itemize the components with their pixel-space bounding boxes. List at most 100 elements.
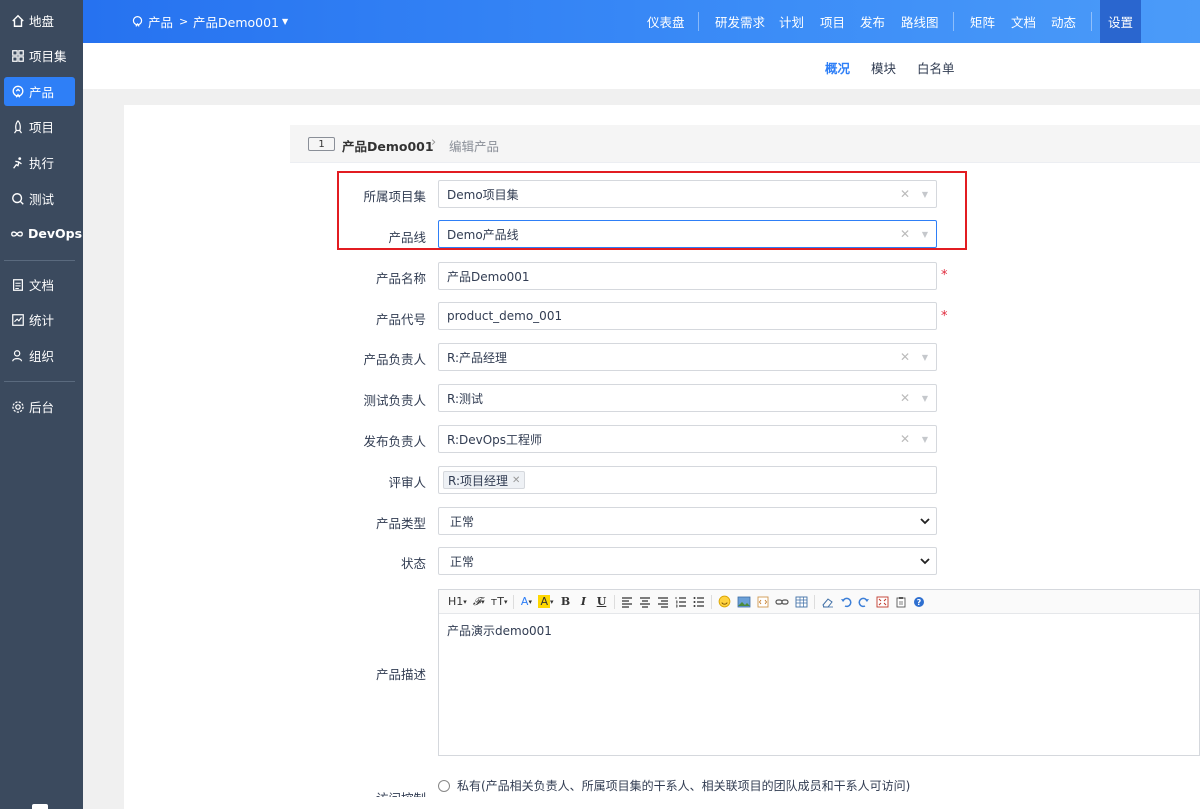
nav-doc[interactable]: 文档 xyxy=(1011,0,1036,43)
table-icon[interactable] xyxy=(792,592,811,612)
sidebar-item-project[interactable]: 项目 xyxy=(4,112,75,141)
product-icon xyxy=(10,84,25,99)
nav-settings[interactable]: 设置 xyxy=(1100,0,1142,43)
po-select[interactable]: R:产品经理 ✕ ▼ xyxy=(438,343,937,371)
code-icon[interactable] xyxy=(754,592,772,612)
people-icon xyxy=(10,348,25,363)
align-left-icon[interactable] xyxy=(618,592,636,612)
sidebar-item-program[interactable]: 项目集 xyxy=(4,41,75,70)
nav-plan[interactable]: 计划 xyxy=(779,0,804,43)
acl-private-option[interactable]: 私有(产品相关负责人、所属项目集的干系人、相关联项目的团队成员和干系人可访问) xyxy=(438,777,910,794)
qd-select[interactable]: R:测试 ✕ ▼ xyxy=(438,384,937,412)
tab-module[interactable]: 模块 xyxy=(871,58,896,77)
rd-select[interactable]: R:DevOps工程师 ✕ ▼ xyxy=(438,425,937,453)
caret-down-icon: ▼ xyxy=(921,393,928,403)
underline-button[interactable]: U xyxy=(593,592,611,612)
tab-whitelist[interactable]: 白名单 xyxy=(917,58,955,77)
editor-content[interactable]: 产品演示demo001 xyxy=(439,614,1199,647)
clear-icon[interactable]: ✕ xyxy=(900,350,910,364)
clear-icon[interactable]: ✕ xyxy=(900,432,910,446)
product-id-badge: 1 xyxy=(308,137,335,151)
clear-icon[interactable]: ✕ xyxy=(900,391,910,405)
chart-icon xyxy=(10,312,25,327)
chevron-down-icon xyxy=(920,518,930,525)
fullscreen-icon[interactable] xyxy=(873,592,892,612)
reviewer-label: 评审人 xyxy=(388,475,426,490)
undo-icon[interactable] xyxy=(837,592,855,612)
nav-separator xyxy=(953,12,954,31)
chevron-right-icon: › xyxy=(431,135,437,150)
required-mark: * xyxy=(941,268,948,283)
ordered-list-icon[interactable] xyxy=(672,592,690,612)
sidebar-item-devops[interactable]: DevOps xyxy=(4,219,82,248)
breadcrumb-root[interactable]: 产品 xyxy=(131,0,173,43)
heading-button[interactable]: H1 ▾ xyxy=(445,592,470,612)
qd-label: 测试负责人 xyxy=(363,393,426,408)
rich-text-editor[interactable]: H1 ▾ 𝓕 ▾ тT ▾ A ▾ A ▾ B I U ? 产品演示demo001 xyxy=(438,589,1200,756)
document-icon xyxy=(10,277,25,292)
collapse-handle[interactable] xyxy=(32,804,48,809)
eraser-icon[interactable] xyxy=(818,592,837,612)
sidebar-item-bi[interactable]: 统计 xyxy=(4,305,75,334)
remove-tag-icon[interactable]: ✕ xyxy=(512,475,520,486)
sidebar-item-product[interactable]: 产品 xyxy=(4,77,75,106)
align-center-icon[interactable] xyxy=(636,592,654,612)
sidebar-item-doc[interactable]: 文档 xyxy=(4,270,75,299)
caret-down-icon: ▼ xyxy=(921,352,928,362)
sidebar-item-company[interactable]: 组织 xyxy=(4,341,75,370)
nav-separator xyxy=(698,12,699,31)
italic-button[interactable]: I xyxy=(575,592,593,612)
help-icon[interactable]: ? xyxy=(910,592,928,612)
align-right-icon[interactable] xyxy=(654,592,672,612)
redo-icon[interactable] xyxy=(855,592,873,612)
nav-matrix[interactable]: 矩阵 xyxy=(970,0,995,43)
status-label: 状态 xyxy=(400,556,426,571)
product-switcher[interactable]: 产品Demo001 ▼ xyxy=(193,0,288,43)
rocket-icon xyxy=(10,119,25,134)
name-label: 产品名称 xyxy=(375,271,426,286)
emoji-icon[interactable] xyxy=(715,592,734,612)
nav-release[interactable]: 发布 xyxy=(860,0,885,43)
reviewer-tag: R:项目经理 ✕ xyxy=(443,471,526,489)
nav-separator xyxy=(1091,12,1092,31)
required-mark: * xyxy=(941,309,948,324)
sidebar-item-execution[interactable]: 执行 xyxy=(4,148,75,177)
background-color-button[interactable]: A ▾ xyxy=(535,592,556,612)
chevron-right-icon: > xyxy=(179,15,189,28)
font-family-button[interactable]: 𝓕 ▾ xyxy=(470,592,488,612)
sidebar-divider xyxy=(4,381,75,382)
font-size-button[interactable]: тT ▾ xyxy=(488,592,511,612)
tab-overview[interactable]: 概况 xyxy=(825,58,850,77)
po-label: 产品负责人 xyxy=(363,352,426,367)
bullet-list-icon[interactable] xyxy=(690,592,708,612)
type-select[interactable]: 正常 xyxy=(438,507,937,535)
desc-label: 产品描述 xyxy=(375,667,426,682)
product-title: 产品Demo001 xyxy=(342,139,434,154)
nav-roadmap[interactable]: 路线图 xyxy=(901,0,939,43)
nav-dynamic[interactable]: 动态 xyxy=(1051,0,1076,43)
nav-dashboard[interactable]: 仪表盘 xyxy=(647,0,685,43)
sidebar-item-qa[interactable]: 测试 xyxy=(4,184,75,213)
link-icon[interactable] xyxy=(772,592,792,612)
sidebar-item-my[interactable]: 地盘 xyxy=(4,6,75,35)
status-select[interactable]: 正常 xyxy=(438,547,937,575)
image-icon[interactable] xyxy=(734,592,754,612)
rd-label: 发布负责人 xyxy=(363,434,426,449)
home-icon xyxy=(10,13,25,28)
paste-icon[interactable] xyxy=(892,592,910,612)
nav-project[interactable]: 项目 xyxy=(820,0,845,43)
radio-button[interactable] xyxy=(438,779,450,792)
reviewer-multiselect[interactable]: R:项目经理 ✕ xyxy=(438,466,937,494)
product-icon xyxy=(131,15,144,28)
caret-down-icon: ▼ xyxy=(921,434,928,444)
grid-icon xyxy=(10,48,25,63)
nav-requirements[interactable]: 研发需求 xyxy=(715,0,765,43)
name-input[interactable]: 产品Demo001 xyxy=(438,262,937,290)
page-subtitle: 编辑产品 xyxy=(449,139,500,154)
form-header: 1 产品Demo001 › 编辑产品 xyxy=(290,125,1200,163)
sidebar-item-admin[interactable]: 后台 xyxy=(4,392,75,421)
font-color-button[interactable]: A ▾ xyxy=(517,592,535,612)
infinity-icon xyxy=(10,226,24,241)
code-input[interactable]: product_demo_001 xyxy=(438,302,937,330)
bold-button[interactable]: B xyxy=(557,592,575,612)
